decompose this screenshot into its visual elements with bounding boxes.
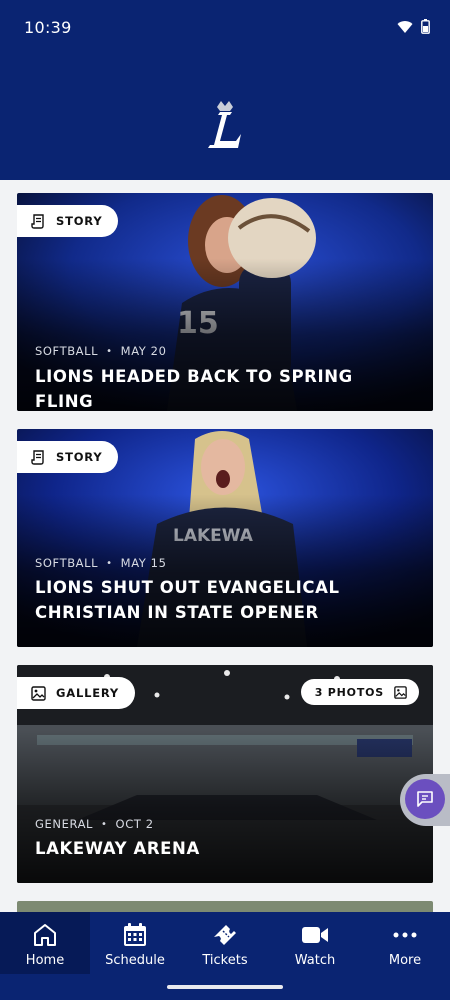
status-time: 10:39 [24,18,72,37]
meta-dot: • [106,345,113,357]
story-card[interactable]: 15 STORY SOFTBALL • MAY 20 LIONS HEADED … [17,193,433,411]
photo-count: 3 PHOTOS [314,685,384,699]
card-category: SOFTBALL [35,344,99,358]
video-camera-icon [302,927,328,943]
more-dots-icon [393,932,417,938]
chat-bubble-icon [417,791,433,807]
image-icon [394,685,407,699]
tab-schedule[interactable]: Schedule [90,912,180,974]
scroll-icon [31,213,44,229]
image-icon [31,685,46,701]
chat-button[interactable] [400,774,450,826]
tab-label: More [388,953,422,968]
card-category: SOFTBALL [35,556,99,570]
card-meta: SOFTBALL • MAY 15 [35,556,166,570]
lions-logo[interactable] [200,100,250,152]
next-card-partial[interactable] [17,901,433,912]
card-date: MAY 20 [120,344,167,358]
card-meta: SOFTBALL • MAY 20 [35,344,166,358]
pill-label: STORY [56,450,103,464]
card-category: GENERAL [35,817,94,831]
bottom-tab-bar: Home Schedule Tickets Watch More [0,912,450,974]
status-icons [397,19,430,34]
card-date: MAY 15 [120,556,167,570]
tab-home[interactable]: Home [0,912,90,974]
ticket-icon [214,925,236,945]
card-headline[interactable]: LIONS HEADED BACK TO SPRING FLING [35,364,413,411]
meta-dot: • [101,818,108,830]
tab-label: Watch [294,953,336,968]
app-header [0,56,450,180]
card-date: OCT 2 [115,817,154,831]
gallery-card[interactable]: GALLERY 3 PHOTOS GENERAL • OCT 2 LAKEWAY… [17,665,433,883]
card-headline[interactable]: LAKEWAY ARENA [35,836,413,861]
pill-label: STORY [56,214,103,228]
story-pill: STORY [17,441,119,473]
tab-tickets[interactable]: Tickets [180,912,270,974]
tab-watch[interactable]: Watch [270,912,360,974]
chat-button-circle[interactable] [405,779,445,819]
pill-label: GALLERY [56,686,120,700]
tab-more[interactable]: More [360,912,450,974]
calendar-icon [124,923,146,946]
tab-label: Home [25,953,65,968]
home-gesture-bar[interactable] [167,985,283,989]
home-icon [34,924,56,946]
status-bar: 10:39 [0,0,450,56]
story-card[interactable]: LAKEWA STORY SOFTBALL • MAY 15 LIONS SHU… [17,429,433,647]
photo-count-pill: 3 PHOTOS [300,679,419,705]
tab-label: Tickets [202,953,248,968]
wifi-icon [397,20,413,33]
gesture-area [0,974,450,1000]
news-feed[interactable]: 15 STORY SOFTBALL • MAY 20 LIONS HEADED … [0,180,450,912]
meta-dot: • [106,557,113,569]
gallery-pill: GALLERY [17,677,136,709]
card-meta: GENERAL • OCT 2 [35,817,154,831]
battery-icon [421,19,430,34]
tab-label: Schedule [105,953,165,968]
card-headline[interactable]: LIONS SHUT OUT EVANGELICAL CHRISTIAN IN … [35,575,413,625]
story-pill: STORY [17,205,119,237]
scroll-icon [31,449,44,465]
